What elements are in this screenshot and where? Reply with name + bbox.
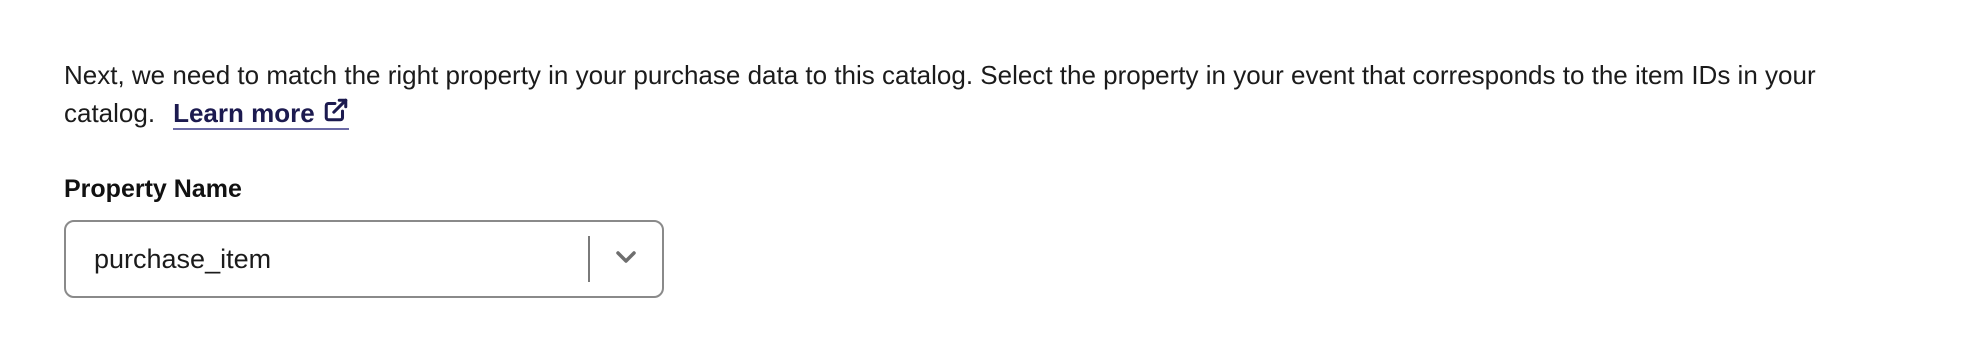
property-name-label: Property Name: [64, 175, 242, 203]
learn-more-link[interactable]: Learn more: [173, 98, 349, 130]
external-link-icon: [323, 97, 349, 123]
property-mapping-section: Next, we need to match the right propert…: [64, 56, 1904, 298]
selected-property-value: purchase_item: [94, 243, 272, 274]
chevron-down-icon: [615, 250, 637, 269]
instructions-text: Next, we need to match the right propert…: [64, 56, 1904, 132]
learn-more-label: Learn more: [173, 98, 315, 128]
property-name-select[interactable]: purchase_item: [64, 220, 664, 298]
dropdown-toggle[interactable]: [590, 222, 662, 296]
